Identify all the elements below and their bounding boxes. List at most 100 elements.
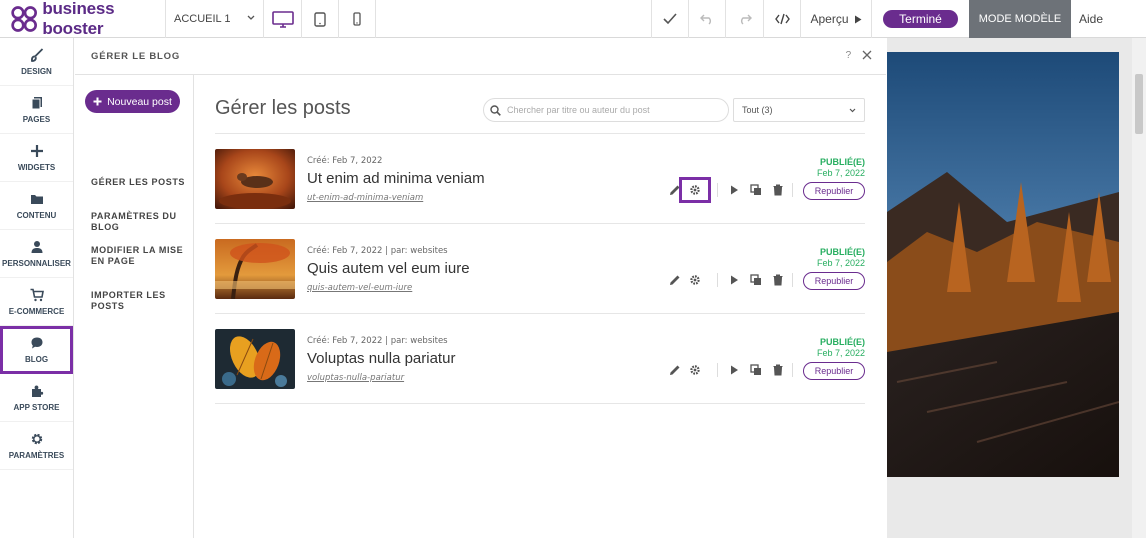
- preview-post-button[interactable]: [726, 362, 742, 378]
- divider: [717, 273, 718, 287]
- panel-title: GÉRER LE BLOG: [91, 50, 181, 62]
- post-slug-link[interactable]: voluptas-nulla-pariatur: [307, 373, 404, 383]
- preview-post-button[interactable]: [726, 272, 742, 288]
- post-thumbnail[interactable]: [215, 149, 295, 209]
- brand-logo[interactable]: business booster: [10, 0, 164, 38]
- page-selector-value: ACCUEIL 1: [174, 13, 231, 25]
- help-link[interactable]: Aide: [1079, 12, 1103, 26]
- tablet-view-button[interactable]: [302, 0, 339, 38]
- mobile-view-button[interactable]: [339, 0, 376, 38]
- search-input[interactable]: Chercher par titre ou auteur du post: [483, 98, 729, 122]
- sidebar-item-label: PARAMÈTRES: [8, 450, 65, 460]
- republish-button[interactable]: Republier: [803, 272, 865, 290]
- post-actions: Republier: [665, 362, 865, 380]
- sidebar-item-label: APP STORE: [13, 402, 60, 412]
- preview-button[interactable]: Aperçu: [800, 0, 872, 38]
- sidebar-item-design[interactable]: DESIGN: [0, 38, 73, 86]
- sidebar-item-app-store[interactable]: APP STORE: [0, 374, 73, 422]
- code-view-button[interactable]: [763, 0, 800, 38]
- post-settings-button[interactable]: [687, 272, 703, 288]
- blog-subnav: Nouveau post GÉRER LES POSTS PARAMÈTRES …: [75, 75, 194, 538]
- edit-post-button[interactable]: [667, 182, 683, 198]
- redo-button[interactable]: [725, 0, 763, 38]
- redo-icon: [740, 14, 752, 25]
- copy-icon: [750, 184, 761, 195]
- post-filter-select[interactable]: Tout (3): [733, 98, 865, 122]
- desktop-view-button[interactable]: [264, 0, 302, 38]
- close-icon[interactable]: [862, 50, 872, 60]
- post-status: PUBLIÉ(E) Feb 7, 2022: [817, 337, 865, 359]
- post-status: PUBLIÉ(E) Feb 7, 2022: [817, 247, 865, 269]
- page-scrollbar[interactable]: [1132, 38, 1146, 538]
- page-title: Gérer les posts: [215, 97, 351, 119]
- undo-icon: [700, 14, 711, 25]
- panel-header: GÉRER LE BLOG ?: [75, 38, 886, 75]
- trash-icon: [773, 184, 783, 196]
- new-post-button[interactable]: Nouveau post: [85, 90, 180, 113]
- search-icon: [490, 104, 501, 116]
- sidebar-item-contenu[interactable]: CONTENU: [0, 182, 73, 230]
- desktop-icon: [271, 10, 294, 28]
- subnav-import-posts[interactable]: IMPORTER LES POSTS: [91, 290, 191, 312]
- delete-post-button[interactable]: [770, 272, 786, 288]
- sidebar-item-widgets[interactable]: WIDGETS: [0, 134, 73, 182]
- sidebar-item-blog[interactable]: BLOG: [0, 326, 73, 374]
- divider: [792, 183, 793, 197]
- gear-icon: [690, 275, 700, 285]
- preview-post-button[interactable]: [726, 182, 742, 198]
- sidebar-item-personnaliser[interactable]: PERSONNALISER: [0, 230, 73, 278]
- sidebar-item-label: E-COMMERCE: [8, 306, 65, 316]
- delete-post-button[interactable]: [770, 182, 786, 198]
- duplicate-post-button[interactable]: [748, 272, 764, 288]
- undo-button[interactable]: [688, 0, 725, 38]
- post-settings-button[interactable]: [679, 177, 711, 203]
- post-title[interactable]: Voluptas nulla pariatur: [307, 350, 455, 367]
- play-icon: [854, 15, 862, 23]
- duplicate-post-button[interactable]: [748, 182, 764, 198]
- blog-panel: GÉRER LE BLOG ? Nouveau post GÉRER LES P…: [75, 38, 886, 538]
- post-settings-button[interactable]: [687, 362, 703, 378]
- page-selector[interactable]: ACCUEIL 1: [165, 0, 264, 38]
- post-title[interactable]: Quis autem vel eum iure: [307, 260, 470, 277]
- pencil-icon: [670, 185, 680, 195]
- post-slug-link[interactable]: quis-autem-vel-eum-iure: [307, 283, 412, 293]
- republish-button[interactable]: Republier: [803, 362, 865, 380]
- sidebar-item-label: WIDGETS: [17, 162, 56, 172]
- post-title[interactable]: Ut enim ad minima veniam: [307, 170, 485, 187]
- sidebar-item-label: CONTENU: [16, 210, 57, 220]
- edit-post-button[interactable]: [667, 272, 683, 288]
- panel-help-button[interactable]: ?: [846, 50, 852, 61]
- post-thumbnail[interactable]: [215, 239, 295, 299]
- edit-post-button[interactable]: [667, 362, 683, 378]
- play-icon: [731, 275, 738, 285]
- post-slug-link[interactable]: ut-enim-ad-minima-veniam: [307, 193, 423, 203]
- site-preview: [887, 38, 1146, 538]
- play-icon: [731, 185, 738, 195]
- plus-icon: [93, 97, 102, 106]
- preview-label: Aperçu: [810, 12, 849, 26]
- subnav-edit-layout[interactable]: MODIFIER LA MISE EN PAGE: [91, 245, 191, 267]
- plus-icon: [30, 144, 43, 157]
- post-row: Créé: Feb 7, 2022 | par: websites Quis a…: [215, 224, 865, 314]
- copy-icon: [750, 274, 761, 285]
- sidebar-item-parametres[interactable]: PARAMÈTRES: [0, 422, 73, 470]
- duplicate-post-button[interactable]: [748, 362, 764, 378]
- template-mode-button[interactable]: MODE MODÈLE: [969, 0, 1071, 38]
- check-icon: [663, 13, 677, 25]
- posts-content: Gérer les posts Chercher par titre ou au…: [215, 75, 865, 538]
- divider: [717, 183, 718, 197]
- pencil-icon: [670, 275, 680, 285]
- done-button[interactable]: Terminé: [883, 10, 958, 28]
- subnav-blog-settings[interactable]: PARAMÈTRES DU BLOG: [91, 211, 191, 233]
- subnav-manage-posts[interactable]: GÉRER LES POSTS: [91, 177, 191, 188]
- sidebar-item-pages[interactable]: PAGES: [0, 86, 73, 134]
- scrollbar-thumb[interactable]: [1135, 74, 1143, 134]
- delete-post-button[interactable]: [770, 362, 786, 378]
- status-date: Feb 7, 2022: [816, 348, 865, 358]
- post-thumbnail[interactable]: [215, 329, 295, 389]
- republish-button[interactable]: Republier: [803, 182, 865, 200]
- status-date: Feb 7, 2022: [816, 258, 865, 268]
- code-icon: [774, 13, 790, 25]
- sidebar-item-e-commerce[interactable]: E-COMMERCE: [0, 278, 73, 326]
- validate-button[interactable]: [651, 0, 688, 38]
